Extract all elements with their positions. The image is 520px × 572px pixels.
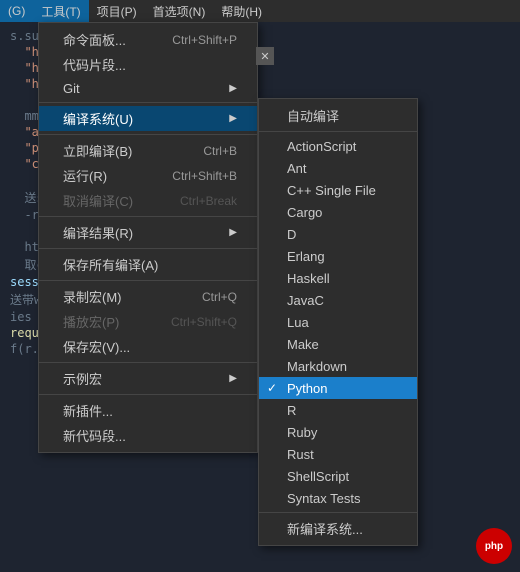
submenu-item-make[interactable]: Make: [259, 333, 417, 355]
submenu-item-javac[interactable]: JavaC: [259, 289, 417, 311]
submenu-item-shellscript[interactable]: ShellScript: [259, 465, 417, 487]
separator: [39, 216, 257, 217]
submenu-item-syntax-tests[interactable]: Syntax Tests: [259, 487, 417, 509]
build-system-submenu: 自动编译 ActionScript Ant C++ Single File Ca…: [258, 98, 418, 546]
arrow-icon: ▶: [229, 373, 237, 384]
separator: [39, 248, 257, 249]
separator: [39, 394, 257, 395]
submenu-item-cargo[interactable]: Cargo: [259, 201, 417, 223]
submenu-item-d[interactable]: D: [259, 223, 417, 245]
submenu-separator: [259, 131, 417, 132]
php-badge: php: [476, 528, 512, 564]
separator: [39, 280, 257, 281]
submenu-item-lua[interactable]: Lua: [259, 311, 417, 333]
submenu-item-new-build-system[interactable]: 新编译系统...: [259, 516, 417, 541]
menubar-item-tools[interactable]: 工具(T): [33, 0, 88, 22]
menu-item-new-plugin[interactable]: 新插件...: [39, 398, 257, 423]
separator: [39, 134, 257, 135]
close-button[interactable]: ✕: [256, 47, 274, 65]
submenu-item-auto-build[interactable]: 自动编译: [259, 103, 417, 128]
submenu-item-actionscript[interactable]: ActionScript: [259, 135, 417, 157]
submenu-item-markdown[interactable]: Markdown: [259, 355, 417, 377]
menu-item-git[interactable]: Git ▶: [39, 77, 257, 99]
submenu-item-r[interactable]: R: [259, 399, 417, 421]
menu-item-command-palette[interactable]: 命令面板... Ctrl+Shift+P: [39, 27, 257, 52]
menubar-item-preferences[interactable]: 首选项(N): [145, 0, 214, 22]
menu-item-build-results[interactable]: 编译结果(R) ▶: [39, 220, 257, 245]
menubar: (G) 工具(T) 项目(P) 首选项(N) 帮助(H): [0, 0, 520, 22]
menu-item-build[interactable]: 立即编译(B) Ctrl+B: [39, 138, 257, 163]
submenu-separator: [259, 512, 417, 513]
separator: [39, 362, 257, 363]
menu-item-snippets[interactable]: 代码片段...: [39, 52, 257, 77]
menu-item-save-macro[interactable]: 保存宏(V)...: [39, 334, 257, 359]
menu-item-cancel-build: 取消编译(C) Ctrl+Break: [39, 188, 257, 213]
menu-item-build-system[interactable]: 编译系统(U) ▶: [39, 106, 257, 131]
arrow-icon: ▶: [229, 227, 237, 238]
tools-menu: 命令面板... Ctrl+Shift+P 代码片段... Git ▶ 编译系统(…: [38, 22, 258, 453]
submenu-item-erlang[interactable]: Erlang: [259, 245, 417, 267]
submenu-item-rust[interactable]: Rust: [259, 443, 417, 465]
arrow-icon: ▶: [229, 113, 237, 124]
separator: [39, 102, 257, 103]
submenu-item-cpp-single[interactable]: C++ Single File: [259, 179, 417, 201]
submenu-item-haskell[interactable]: Haskell: [259, 267, 417, 289]
menubar-item-project[interactable]: 项目(P): [89, 0, 145, 22]
menu-item-save-all-build[interactable]: 保存所有编译(A): [39, 252, 257, 277]
menubar-item-help[interactable]: 帮助(H): [213, 0, 270, 22]
submenu-item-ruby[interactable]: Ruby: [259, 421, 417, 443]
menu-item-macro-examples[interactable]: 示例宏 ▶: [39, 366, 257, 391]
menu-item-play-macro: 播放宏(P) Ctrl+Shift+Q: [39, 309, 257, 334]
submenu-item-ant[interactable]: Ant: [259, 157, 417, 179]
submenu-item-python[interactable]: ✓ Python: [259, 377, 417, 399]
menu-item-run[interactable]: 运行(R) Ctrl+Shift+B: [39, 163, 257, 188]
dropdown-container: 命令面板... Ctrl+Shift+P 代码片段... Git ▶ 编译系统(…: [38, 22, 258, 453]
checkmark-icon: ✓: [267, 381, 277, 395]
arrow-icon: ▶: [229, 83, 237, 94]
menu-item-record-macro[interactable]: 录制宏(M) Ctrl+Q: [39, 284, 257, 309]
menu-item-new-snippet[interactable]: 新代码段...: [39, 423, 257, 448]
menubar-item-g[interactable]: (G): [0, 0, 33, 22]
